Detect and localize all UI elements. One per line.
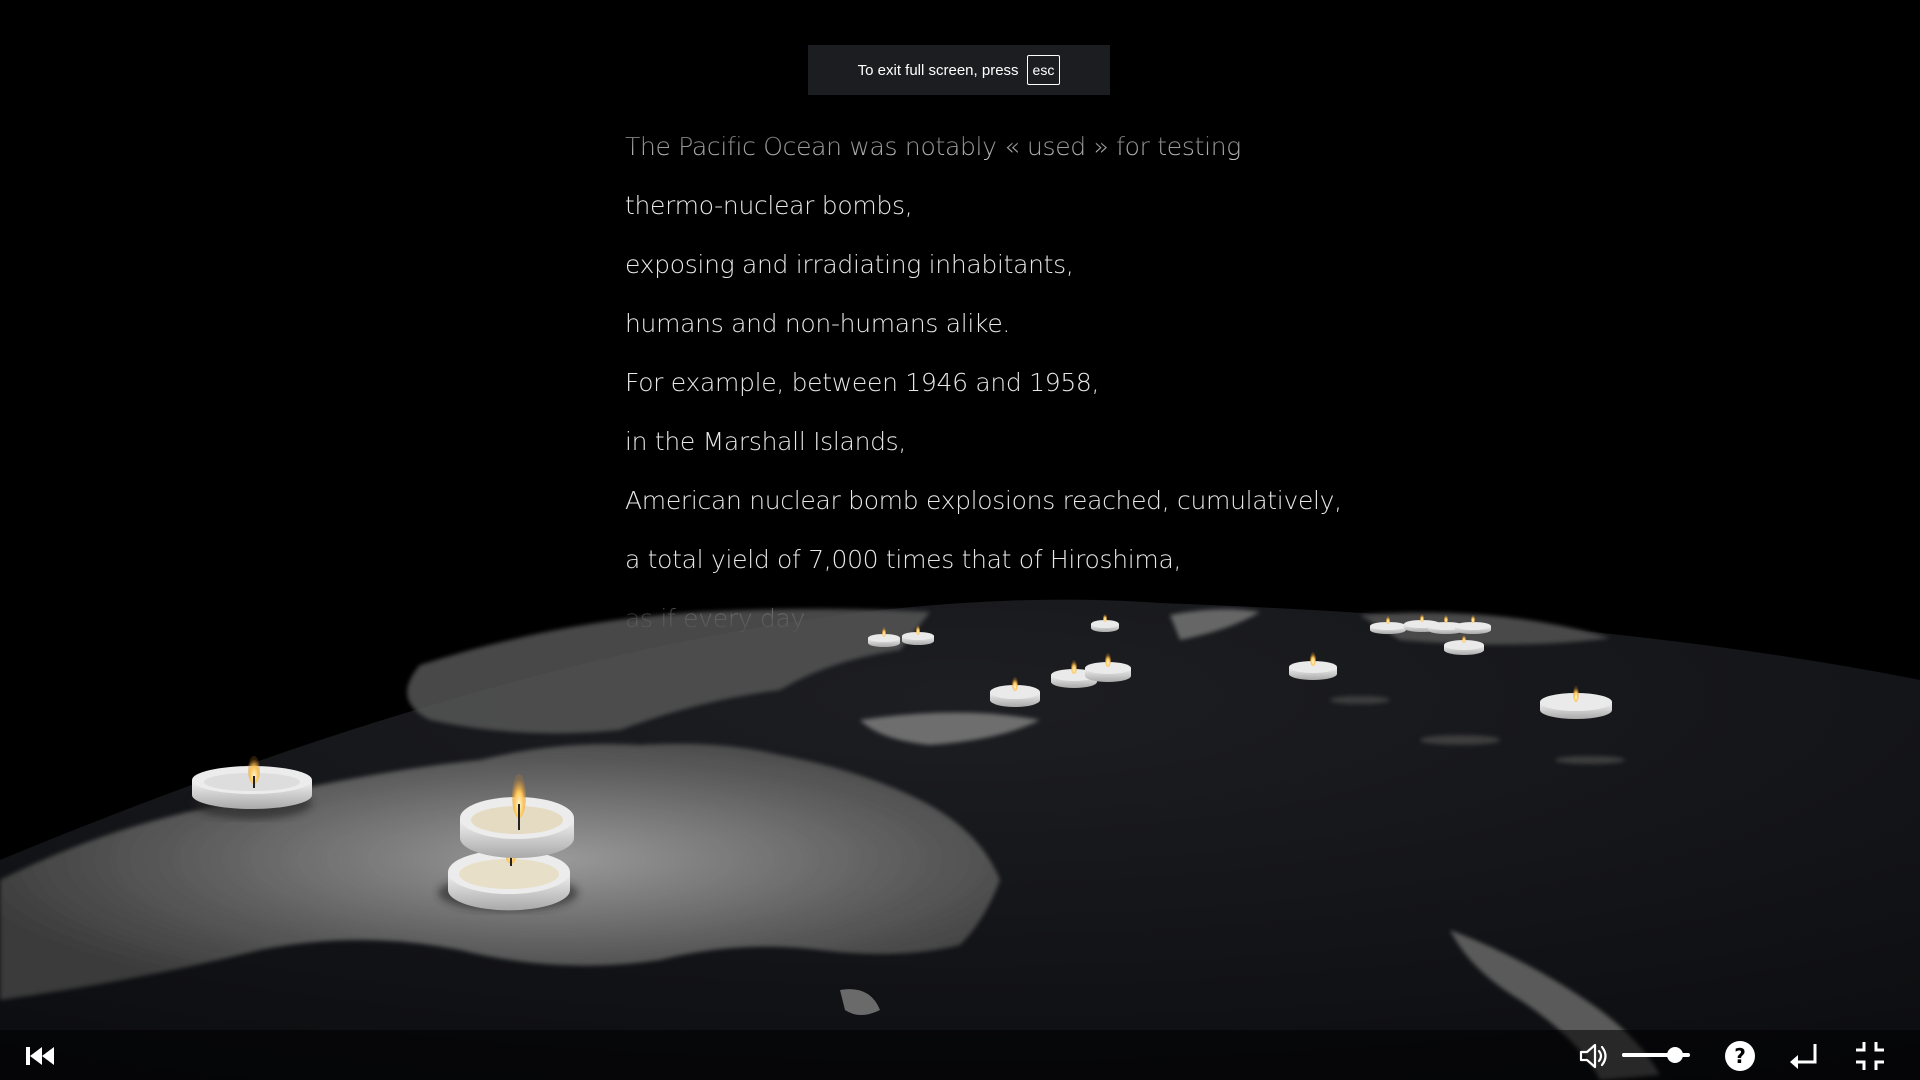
story-line: American nuclear bomb explosions reached… bbox=[625, 486, 1342, 515]
skip-back-icon bbox=[26, 1047, 54, 1065]
esc-key-badge: esc bbox=[1026, 55, 1061, 85]
volume-knob[interactable] bbox=[1667, 1047, 1684, 1063]
story-line: exposing and irradiating inhabitants, bbox=[625, 250, 1074, 279]
speaker-icon bbox=[1579, 1043, 1607, 1069]
fullscreen-notice: To exit full screen, press esc bbox=[808, 45, 1110, 95]
return-button[interactable] bbox=[1786, 1038, 1822, 1074]
return-icon bbox=[1790, 1044, 1817, 1069]
story-line: For example, between 1946 and 1958, bbox=[625, 368, 1100, 397]
help-button[interactable]: ? bbox=[1722, 1038, 1758, 1074]
mute-button[interactable] bbox=[1576, 1038, 1612, 1074]
fullscreen-notice-text: To exit full screen, press bbox=[857, 61, 1019, 79]
story-line: in the Marshall Islands, bbox=[625, 427, 907, 456]
volume-slider[interactable] bbox=[1622, 1047, 1690, 1063]
story-line: humans and non-humans alike. bbox=[625, 309, 1011, 338]
restart-button[interactable] bbox=[22, 1038, 58, 1074]
collapse-icon bbox=[1856, 1042, 1884, 1070]
story-line: a total yield of 7,000 times that of Hir… bbox=[625, 545, 1182, 574]
story-text: The Pacific Ocean was notably « used » f… bbox=[625, 128, 1385, 640]
help-icon: ? bbox=[1725, 1041, 1755, 1071]
story-line: The Pacific Ocean was notably « used » f… bbox=[625, 132, 1241, 161]
svg-text:?: ? bbox=[1734, 1044, 1746, 1068]
story-line: as if every day bbox=[625, 604, 806, 633]
story-line: thermo-nuclear bombs, bbox=[625, 191, 913, 220]
exit-fullscreen-button[interactable] bbox=[1852, 1038, 1888, 1074]
